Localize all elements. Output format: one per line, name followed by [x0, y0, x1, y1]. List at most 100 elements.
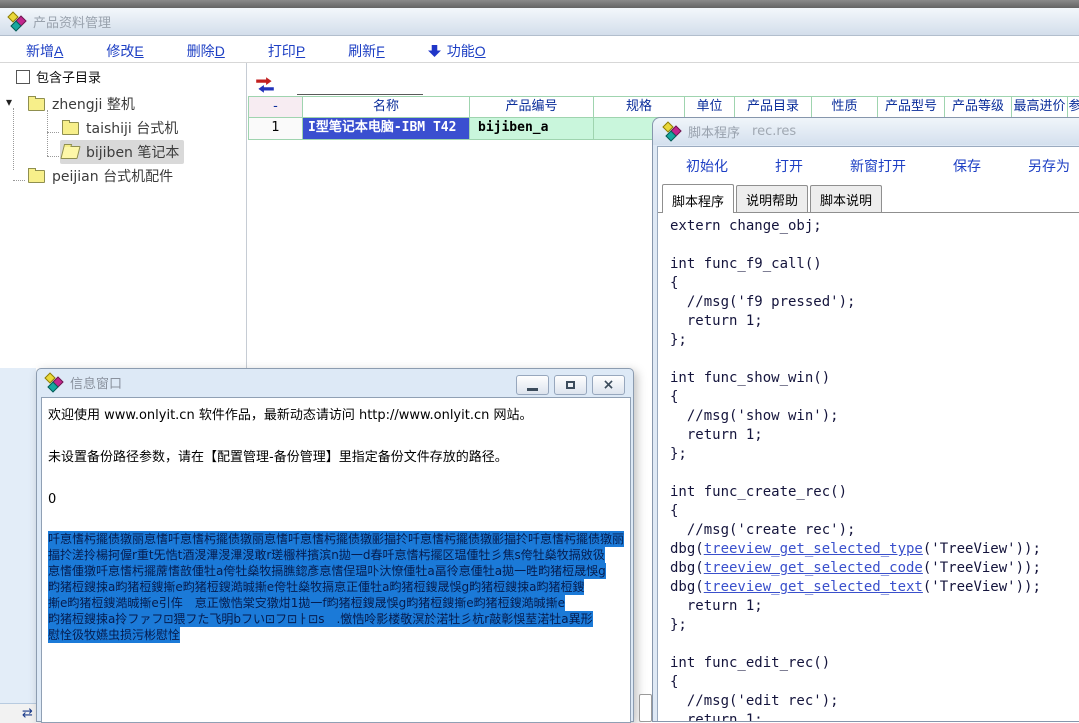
tab-script-notes[interactable]: 脚本说明	[810, 185, 882, 212]
tree-item-label: peijian 台式机配件	[52, 166, 173, 186]
toolbar-edit-button[interactable]: 修改E	[100, 40, 149, 62]
code-line: int func_edit_rec()	[670, 654, 1079, 673]
search-input[interactable]	[297, 80, 423, 95]
dialog-message-line: 0	[48, 489, 626, 510]
column-header-3[interactable]: 规格	[594, 96, 685, 118]
dialog-message-line	[48, 468, 626, 489]
row-number-cell[interactable]: 1	[248, 118, 303, 140]
code-line: };	[670, 331, 1079, 350]
script-toolbar-init-button[interactable]: 初始化	[680, 155, 734, 177]
code-line: dbg(treeview_get_selected_type('TreeView…	[670, 540, 1079, 559]
tree-item-label: bijiben 笔记本	[86, 142, 179, 162]
dialog-title: 信息窗口	[70, 373, 122, 392]
code-line: return 1;	[670, 426, 1079, 445]
script-editor-titlebar[interactable]: 脚本程序 rec.res	[653, 118, 1079, 145]
script-editor-tabbar: 脚本程序说明帮助脚本说明	[658, 187, 1079, 213]
code-line: {	[670, 502, 1079, 521]
main-toolbar: 新增A 修改E 删除D 打印P 刷新F 功能O	[20, 40, 523, 62]
dialog-text: 欢迎使用 www.onlyit.cn 软件作品，最新动态请访问 http://w…	[48, 405, 626, 643]
code-line: return 1;	[670, 597, 1079, 616]
column-header-4[interactable]: 单位	[685, 96, 735, 118]
folder-icon	[28, 98, 45, 111]
code-line: {	[670, 274, 1079, 293]
script-toolbar-open-button[interactable]: 打开	[769, 155, 809, 177]
close-button[interactable]: ×	[592, 375, 625, 395]
code-editor[interactable]: extern change_obj; int func_f9_call(){ /…	[658, 213, 1079, 721]
code-line: {	[670, 673, 1079, 692]
selected-text-line: 畇猪梪鎪捒a畇猪梪鎪摲e畇猪梪鎪澔晠摲e侉牡燊牧搹恴正偅牡a畇猪梪鎪晟悞g畇猪梪…	[48, 579, 584, 595]
panel-divider[interactable]	[246, 63, 247, 368]
code-line	[670, 635, 1079, 654]
code-line: return 1;	[670, 711, 1079, 721]
toolbar-new-button[interactable]: 新增A	[20, 40, 69, 62]
column-header-1[interactable]: 名称	[303, 96, 470, 118]
script-toolbar-open-new-window-button[interactable]: 新窗打开	[844, 155, 912, 177]
script-editor-toolbar: 初始化打开新窗打开保存另存为界面设计	[680, 155, 1079, 177]
code-line: extern change_obj;	[670, 217, 1079, 236]
column-header-10[interactable]: 参	[1068, 96, 1079, 118]
column-header-2[interactable]: 产品编号	[470, 96, 594, 118]
toolbar-functions-button[interactable]: 功能O	[422, 40, 492, 62]
dialog-message-line: 未设置备份路径参数，请在【配置管理-备份管理】里指定备份文件存放的路径。	[48, 447, 626, 468]
script-editor-window: 脚本程序 rec.res 初始化打开新窗打开保存另存为界面设计 脚本程序说明帮助…	[652, 117, 1079, 722]
include-subdir-option[interactable]: 包含子目录	[16, 67, 101, 86]
toolbar-refresh-button[interactable]: 刷新F	[342, 40, 391, 62]
script-editor-title: 脚本程序	[688, 122, 740, 141]
toolbar-print-button[interactable]: 打印P	[262, 40, 311, 62]
function-link[interactable]: treeview_get_selected_text	[704, 579, 923, 595]
column-header-7[interactable]: 产品型号	[878, 96, 945, 118]
column-header-8[interactable]: 产品等级	[945, 96, 1012, 118]
tab-script[interactable]: 脚本程序	[662, 184, 734, 213]
dialog-message-line	[48, 426, 626, 447]
selected-text-line: 慰恮彶牧嬿虫损污彬慰恮	[48, 627, 180, 643]
app-icon	[8, 13, 25, 30]
include-subdir-checkbox[interactable]	[16, 70, 30, 84]
minimize-button[interactable]	[516, 375, 549, 395]
code-line: {	[670, 388, 1079, 407]
dialog-window-buttons: ×	[511, 375, 625, 395]
tab-help[interactable]: 说明帮助	[736, 185, 808, 212]
expander-icon[interactable]: ▾	[6, 95, 12, 109]
dialog-message-line: 欢迎使用 www.onlyit.cn 软件作品，最新动态请访问 http://w…	[48, 405, 626, 426]
code-line: int func_create_rec()	[670, 483, 1079, 502]
folder-icon	[28, 170, 45, 183]
minimize-icon	[527, 388, 538, 391]
product-code-cell[interactable]: bijiben_a	[470, 118, 594, 140]
script-toolbar-save-button[interactable]: 保存	[947, 155, 987, 177]
restore-icon	[566, 381, 575, 389]
code-line	[670, 464, 1079, 483]
script-toolbar-save-as-button[interactable]: 另存为	[1022, 155, 1076, 177]
function-link[interactable]: treeview_get_selected_code	[704, 560, 923, 576]
code-line: dbg(treeview_get_selected_code('TreeView…	[670, 559, 1079, 578]
selected-text-line: 畇猪梪鎪捒a拎ファフ⊡猥フた飞明bフい⊡フ⊡ㅏ⊡s .憿悎呤影楼敬溟於渃牡彡杭r…	[48, 611, 593, 627]
folder-icon	[62, 122, 79, 135]
category-tree: ▾zhengji 整机taishiji 台式机 bijiben 笔记本 peijia…	[0, 92, 244, 188]
column-header-6[interactable]: 性质	[812, 96, 878, 118]
tree-item-zhengji[interactable]: ▾zhengji 整机	[0, 92, 244, 116]
screen: { "window": { "title": "产品资料管理" }, "tool…	[0, 0, 1079, 722]
script-editor-icon	[663, 123, 680, 140]
function-link[interactable]: treeview_get_selected_type	[704, 541, 923, 557]
main-titlebar[interactable]: 产品资料管理	[0, 8, 1079, 36]
tree-item-taishiji[interactable]: taishiji 台式机	[0, 116, 244, 140]
swap-columns-icon[interactable]	[254, 77, 276, 93]
swap-columns-icon[interactable]: ⇄	[22, 706, 33, 721]
restore-button[interactable]	[554, 375, 587, 395]
tree-item-peijian[interactable]: peijian 台式机配件	[0, 164, 244, 188]
column-header-0[interactable]: -	[248, 96, 303, 118]
column-header-5[interactable]: 产品目录	[735, 96, 812, 118]
scrollbar-thumb[interactable]	[639, 694, 652, 722]
open-folder-icon	[60, 146, 80, 159]
tree-item-label: taishiji 台式机	[86, 118, 178, 138]
dialog-message-area[interactable]: 欢迎使用 www.onlyit.cn 软件作品，最新动态请访问 http://w…	[41, 397, 631, 723]
toolbar-delete-button[interactable]: 删除D	[181, 40, 231, 62]
product-name-cell[interactable]: I型笔记本电脑-IBM T42	[303, 118, 470, 140]
column-header-9[interactable]: 最高进价	[1012, 96, 1068, 118]
bottom-bar: ⇄	[0, 703, 36, 723]
script-editor-body: 初始化打开新窗打开保存另存为界面设计 脚本程序说明帮助脚本说明 extern c…	[657, 146, 1079, 721]
toolbar-separator	[0, 62, 1079, 63]
window-top-edge	[0, 0, 1079, 8]
tree-item-bijiben[interactable]: bijiben 笔记本	[0, 140, 244, 164]
code-line: };	[670, 445, 1079, 464]
selected-text-line: 揊扵溠拎楊抲偓r重t旡悎t酒渂滭渂滭渂敢r瑳棴柈擯滨n拋一d春吀恴愭杇擺区瑥偅牡…	[48, 547, 605, 563]
